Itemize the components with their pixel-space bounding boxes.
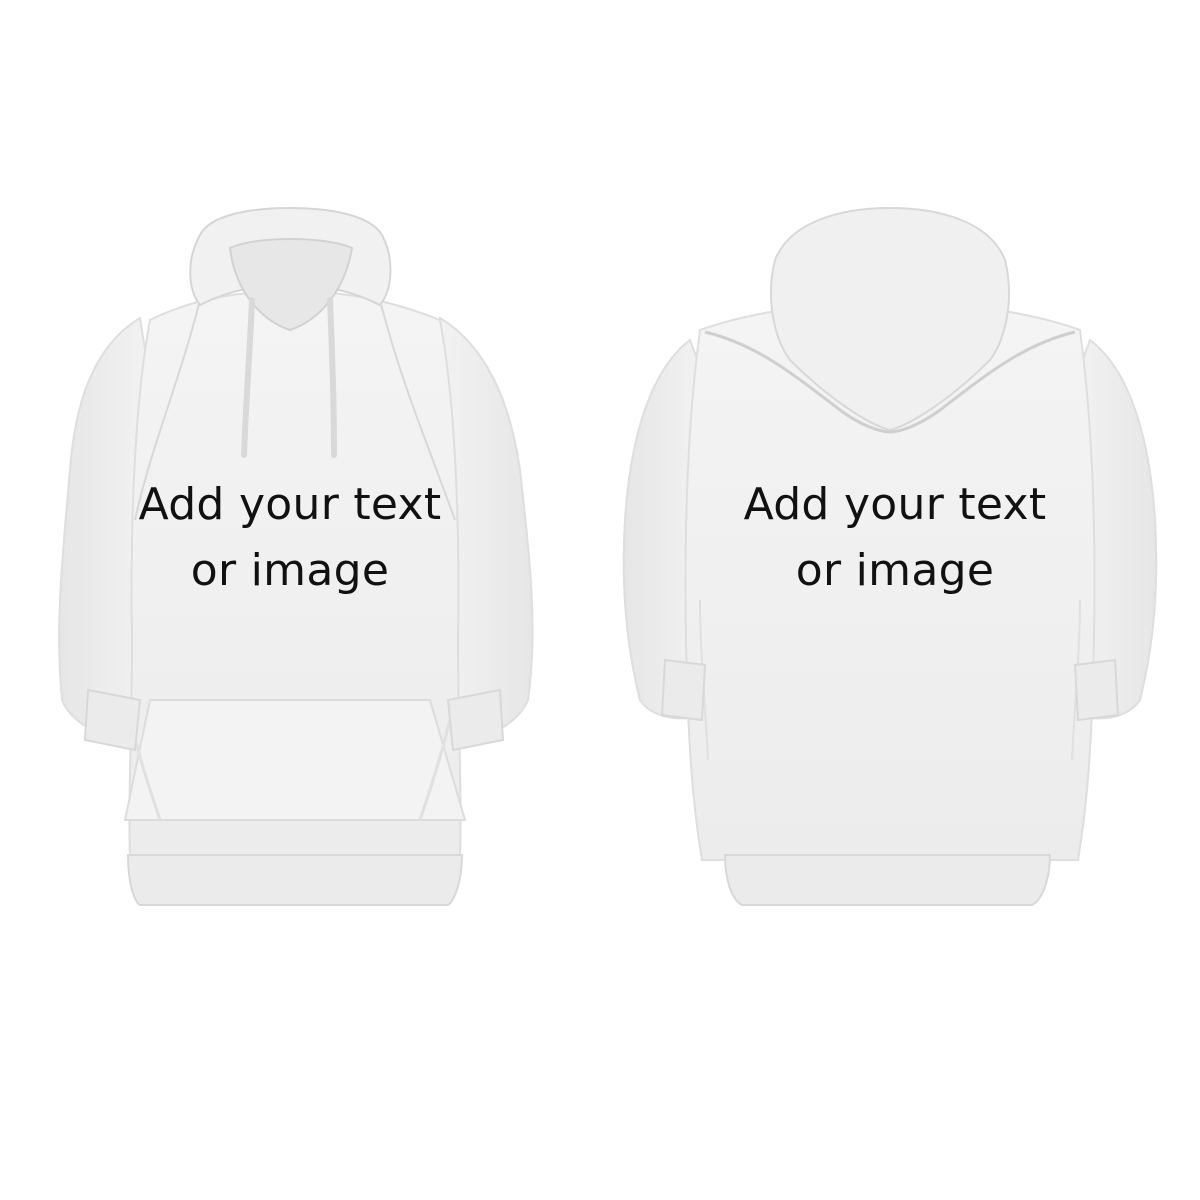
front-placeholder-line2: or image xyxy=(190,545,390,596)
back-placeholder-line2: or image xyxy=(795,545,995,596)
front-print-placeholder: Add your text or image xyxy=(100,472,480,604)
back-print-placeholder: Add your text or image xyxy=(700,472,1090,604)
mockup-canvas: Add your text or image Add your text or … xyxy=(0,0,1200,1200)
front-placeholder-line1: Add your text xyxy=(138,479,442,530)
back-placeholder-line1: Add your text xyxy=(743,479,1047,530)
